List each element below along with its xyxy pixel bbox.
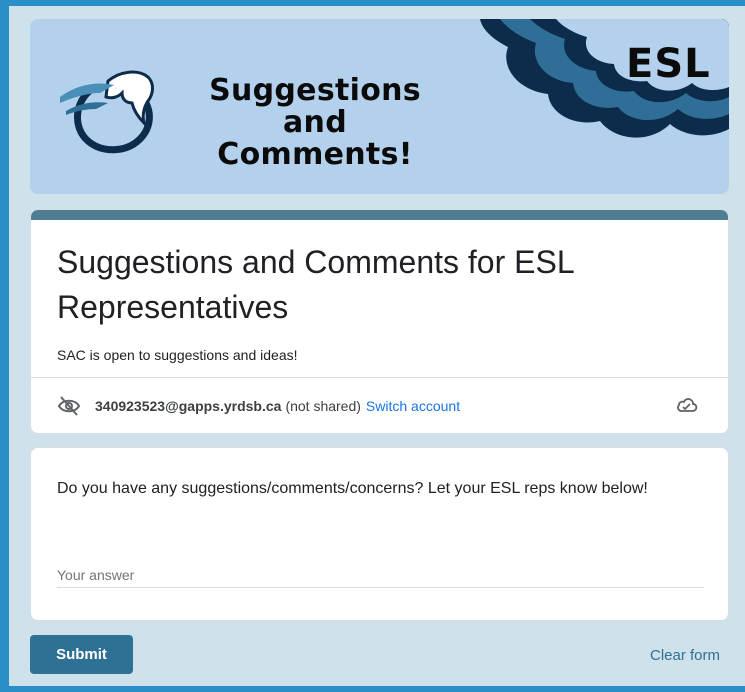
form-accent-bar [31, 210, 728, 220]
answer-input[interactable] [57, 563, 704, 588]
account-email: 340923523@gapps.yrdsb.ca [95, 398, 282, 414]
cloud-saved-icon [677, 398, 698, 412]
eye-off-icon [57, 396, 81, 416]
not-shared-label: (not shared) [285, 398, 361, 414]
horse-logo-icon [60, 70, 154, 154]
form-title: Suggestions and Comments for ESL Represe… [57, 244, 574, 325]
account-row: 340923523@gapps.yrdsb.ca (not shared) Sw… [57, 396, 460, 416]
question-text: Do you have any suggestions/comments/con… [57, 480, 648, 497]
form-description: SAC is open to suggestions and ideas! [57, 347, 298, 363]
banner-title: Suggestions and Comments! [209, 73, 421, 172]
clear-form-link[interactable]: Clear form [650, 647, 720, 664]
form-title-card: Suggestions and Comments for ESL Represe… [30, 209, 729, 434]
submit-button[interactable]: Submit [30, 635, 133, 674]
card-divider [31, 377, 728, 378]
question-card: Do you have any suggestions/comments/con… [30, 447, 729, 621]
esl-badge: ESL [626, 41, 711, 87]
header-banner: Suggestions and Comments! ESL [30, 19, 729, 194]
switch-account-link[interactable]: Switch account [366, 398, 460, 414]
